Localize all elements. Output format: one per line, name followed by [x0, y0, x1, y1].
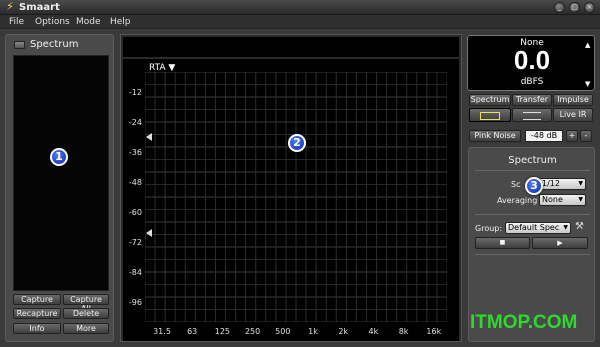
- tab-impulse[interactable]: Impulse: [553, 94, 593, 106]
- maximize-button[interactable]: □: [569, 2, 580, 13]
- meter-value: 0.0: [513, 45, 551, 75]
- y-tick-label: -24: [128, 118, 142, 127]
- split-view-icon: [523, 112, 541, 120]
- x-tick-label: 4k: [368, 327, 379, 336]
- y-tick-label: -12: [128, 88, 142, 97]
- tools-icon[interactable]: ⚒: [575, 221, 584, 232]
- x-tick-label: 500: [275, 327, 291, 336]
- divider: [475, 170, 590, 171]
- live-ir-button[interactable]: Live IR: [553, 108, 593, 122]
- window-title: Smaart: [19, 2, 60, 13]
- spectrum-panel-title: Spectrum: [30, 39, 79, 50]
- lightning-icon: ⚡: [6, 0, 14, 13]
- menu-help[interactable]: Help: [110, 15, 131, 29]
- y-tick-label: -48: [128, 178, 142, 187]
- menu-bar: File Options Mode Help: [0, 15, 600, 29]
- callout-badge-3: 3: [525, 177, 543, 195]
- averaging-label: Averaging: [497, 196, 538, 205]
- averaging-value: None: [542, 195, 563, 204]
- meter-unit: dBFS: [520, 77, 544, 87]
- delete-button[interactable]: Delete: [63, 308, 109, 319]
- minimize-button[interactable]: _: [554, 2, 565, 13]
- chevron-down-icon: ▼: [578, 196, 583, 203]
- group-value: Default Spec: [508, 223, 560, 232]
- chevron-down-icon: ▼: [563, 224, 568, 231]
- single-view-icon: [480, 112, 500, 120]
- play-button[interactable]: ▶: [532, 237, 588, 249]
- capture-list[interactable]: [13, 55, 109, 291]
- scale-value: 1/12: [542, 179, 560, 188]
- y-tick-label: -84: [128, 268, 142, 277]
- level-decrease-button[interactable]: -: [580, 130, 592, 142]
- chevron-down-icon: ▼: [578, 180, 583, 187]
- x-tick-label: 63: [187, 327, 198, 336]
- settings-title: Spectrum: [508, 155, 557, 166]
- x-tick-label: 1k: [308, 327, 318, 336]
- y-tick-label: -36: [128, 148, 142, 157]
- scale-select[interactable]: 1/12 ▼: [539, 178, 586, 190]
- menu-file[interactable]: File: [9, 15, 24, 29]
- x-tick-label: 250: [244, 327, 261, 336]
- caret-down-icon[interactable]: ▼: [585, 80, 590, 88]
- x-tick-label: 8k: [398, 327, 409, 336]
- view-single-button[interactable]: [469, 108, 511, 122]
- plot-grid: [145, 72, 447, 322]
- divider: [475, 214, 590, 215]
- group-label: Group:: [475, 224, 503, 233]
- capture-button[interactable]: Capture: [13, 294, 61, 305]
- rta-dropdown[interactable]: RTA ▼: [149, 63, 175, 73]
- spectrum-capture-panel: Spectrum Capture Capture All Recapture D…: [5, 34, 114, 342]
- watermark: ITMOP.COM: [470, 312, 578, 333]
- group-select[interactable]: Default Spec ▼: [505, 222, 571, 234]
- y-tick-label: -96: [128, 298, 142, 307]
- y-tick-label: -72: [128, 238, 142, 247]
- x-tick-label: 16k: [426, 327, 442, 336]
- y-tick-label: -60: [128, 208, 142, 217]
- level-meter[interactable]: None ▲ 0.0 dBFS ▼: [467, 35, 595, 91]
- spectrum-toggle[interactable]: [14, 41, 25, 49]
- capture-all-button[interactable]: Capture All: [63, 294, 109, 313]
- x-tick-label: 31.5: [153, 327, 171, 336]
- menu-options[interactable]: Options: [35, 15, 70, 29]
- pink-noise-button[interactable]: Pink Noise: [469, 130, 521, 142]
- rta-plot-panel: RTA ▼ -12 -24 -36 -48 -60 -72 -84 -96 31.5 63 125 2…: [120, 34, 462, 342]
- recapture-button[interactable]: Recapture: [13, 308, 61, 319]
- callout-badge-2: 2: [288, 134, 306, 152]
- tab-transfer[interactable]: Transfer: [512, 94, 552, 106]
- close-button[interactable]: ×: [584, 2, 595, 13]
- level-increase-button[interactable]: +: [566, 130, 578, 142]
- averaging-select[interactable]: None ▼: [539, 194, 586, 206]
- scale-label: Sc: [511, 180, 521, 189]
- menu-mode[interactable]: Mode: [76, 15, 101, 29]
- plot-header-strip: [123, 37, 459, 57]
- pink-noise-level[interactable]: -48 dB: [525, 130, 563, 142]
- x-tick-label: 125: [214, 327, 231, 336]
- stop-button[interactable]: ■: [475, 237, 530, 249]
- tab-spectrum[interactable]: Spectrum: [469, 94, 511, 106]
- title-bar: [0, 0, 600, 15]
- callout-badge-1: 1: [50, 148, 68, 166]
- more-button[interactable]: More: [63, 323, 109, 334]
- view-split-button[interactable]: [512, 108, 552, 122]
- info-button[interactable]: Info: [13, 323, 61, 334]
- divider: [475, 254, 590, 255]
- x-tick-label: 2k: [338, 327, 349, 336]
